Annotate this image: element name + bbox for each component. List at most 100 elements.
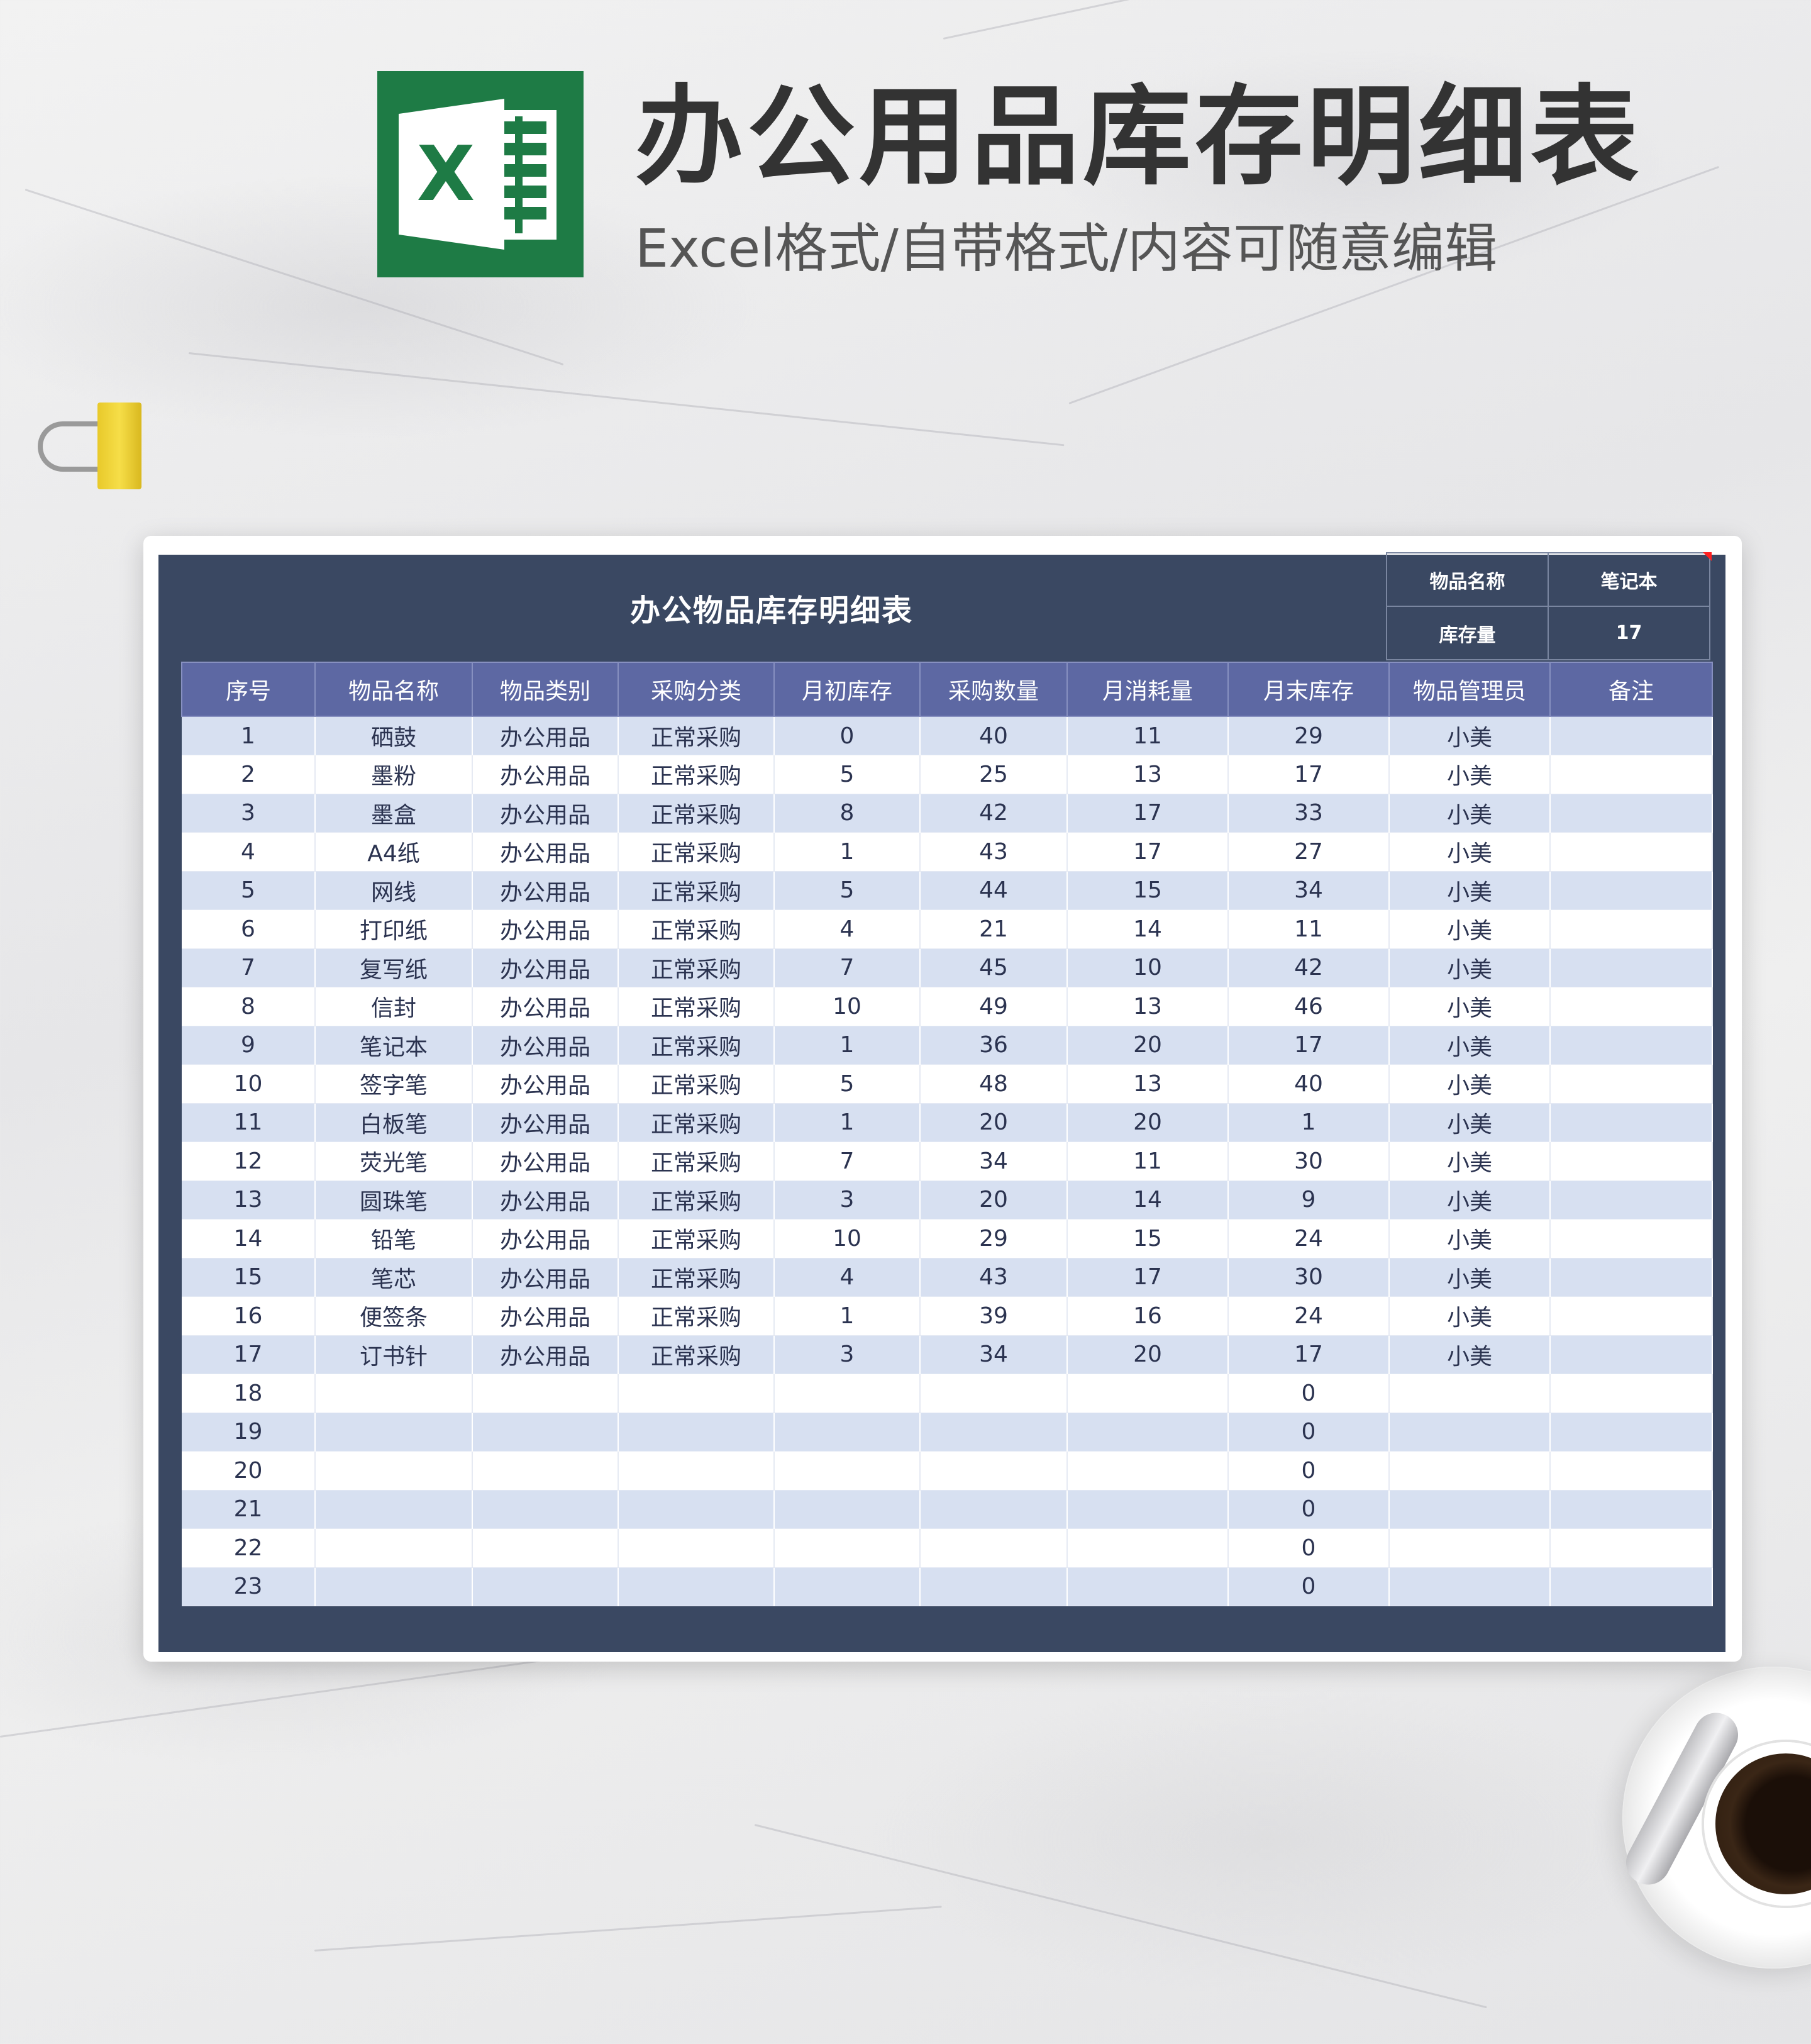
cell-col-purchase-type[interactable]: 正常采购 xyxy=(618,1180,775,1219)
cell-col-item-name[interactable]: 笔芯 xyxy=(315,1258,473,1297)
cell-col-category[interactable]: 办公用品 xyxy=(472,1219,619,1258)
cell-col-opening-stock[interactable]: 7 xyxy=(774,948,921,987)
cell-col-category[interactable]: 办公用品 xyxy=(472,987,619,1026)
cell-col-closing-stock[interactable]: 11 xyxy=(1228,909,1390,949)
header-col-purchase-qty[interactable]: 采购数量 xyxy=(919,662,1068,717)
cell-col-manager[interactable]: 小美 xyxy=(1389,794,1551,833)
cell-col-purchase-type[interactable]: 正常采购 xyxy=(618,1335,775,1374)
cell-col-purchase-qty[interactable] xyxy=(920,1451,1068,1491)
cell-col-manager[interactable]: 小美 xyxy=(1389,1219,1551,1258)
cell-col-purchase-qty[interactable]: 34 xyxy=(920,1141,1068,1181)
cell-col-purchase-qty[interactable]: 21 xyxy=(920,909,1068,949)
cell-col-category[interactable] xyxy=(472,1567,619,1606)
cell-col-item-name[interactable]: 笔记本 xyxy=(315,1026,473,1065)
cell-col-item-name[interactable]: 信封 xyxy=(315,987,473,1026)
cell-col-index[interactable]: 10 xyxy=(182,1064,316,1104)
cell-col-purchase-type[interactable]: 正常采购 xyxy=(618,871,775,910)
cell-col-index[interactable]: 17 xyxy=(182,1335,316,1374)
cell-col-manager[interactable]: 小美 xyxy=(1389,755,1551,794)
cell-col-index[interactable]: 2 xyxy=(182,755,316,794)
cell-col-index[interactable]: 23 xyxy=(182,1567,316,1606)
cell-col-manager[interactable]: 小美 xyxy=(1389,948,1551,987)
header-col-remarks[interactable]: 备注 xyxy=(1549,662,1713,717)
cell-col-closing-stock[interactable]: 30 xyxy=(1228,1141,1390,1181)
cell-col-purchase-qty[interactable]: 20 xyxy=(920,1180,1068,1219)
cell-col-category[interactable]: 办公用品 xyxy=(472,948,619,987)
cell-col-monthly-usage[interactable] xyxy=(1067,1413,1229,1452)
cell-col-purchase-qty[interactable] xyxy=(920,1374,1068,1413)
cell-col-closing-stock[interactable]: 17 xyxy=(1228,1026,1390,1065)
cell-col-opening-stock[interactable]: 8 xyxy=(774,794,921,833)
cell-col-remarks[interactable] xyxy=(1550,1374,1713,1413)
cell-col-manager[interactable]: 小美 xyxy=(1389,832,1551,872)
cell-col-closing-stock[interactable]: 0 xyxy=(1228,1374,1390,1413)
cell-col-manager[interactable]: 小美 xyxy=(1389,1141,1551,1181)
cell-col-closing-stock[interactable]: 30 xyxy=(1228,1258,1390,1297)
cell-col-index[interactable]: 18 xyxy=(182,1374,316,1413)
cell-col-opening-stock[interactable]: 4 xyxy=(774,909,921,949)
cell-col-purchase-type[interactable]: 正常采购 xyxy=(618,909,775,949)
cell-col-item-name[interactable]: 签字笔 xyxy=(315,1064,473,1104)
cell-col-item-name[interactable]: 铅笔 xyxy=(315,1219,473,1258)
cell-col-purchase-qty[interactable]: 40 xyxy=(920,716,1068,755)
cell-col-category[interactable] xyxy=(472,1451,619,1491)
cell-col-index[interactable]: 11 xyxy=(182,1103,316,1142)
cell-col-closing-stock[interactable]: 9 xyxy=(1228,1180,1390,1219)
cell-col-item-name[interactable] xyxy=(315,1567,473,1606)
cell-col-opening-stock[interactable]: 4 xyxy=(774,1258,921,1297)
cell-col-remarks[interactable] xyxy=(1550,909,1713,949)
cell-col-purchase-type[interactable]: 正常采购 xyxy=(618,1103,775,1142)
cell-col-category[interactable]: 办公用品 xyxy=(472,909,619,949)
header-col-index[interactable]: 序号 xyxy=(181,662,316,717)
cell-col-opening-stock[interactable] xyxy=(774,1451,921,1491)
cell-col-purchase-qty[interactable]: 39 xyxy=(920,1296,1068,1336)
cell-col-remarks[interactable] xyxy=(1550,794,1713,833)
cell-col-category[interactable] xyxy=(472,1413,619,1452)
cell-col-purchase-qty[interactable]: 43 xyxy=(920,832,1068,872)
cell-col-item-name[interactable] xyxy=(315,1451,473,1491)
cell-col-remarks[interactable] xyxy=(1550,716,1713,755)
cell-col-opening-stock[interactable]: 1 xyxy=(774,1103,921,1142)
cell-col-manager[interactable]: 小美 xyxy=(1389,1180,1551,1219)
cell-col-monthly-usage[interactable]: 13 xyxy=(1067,1064,1229,1104)
cell-col-remarks[interactable] xyxy=(1550,1103,1713,1142)
cell-col-monthly-usage[interactable]: 13 xyxy=(1067,755,1229,794)
cell-col-category[interactable] xyxy=(472,1490,619,1529)
cell-col-index[interactable]: 16 xyxy=(182,1296,316,1336)
cell-col-category[interactable]: 办公用品 xyxy=(472,1064,619,1104)
cell-col-opening-stock[interactable] xyxy=(774,1490,921,1529)
cell-col-monthly-usage[interactable]: 20 xyxy=(1067,1103,1229,1142)
cell-col-index[interactable]: 15 xyxy=(182,1258,316,1297)
cell-col-monthly-usage[interactable]: 11 xyxy=(1067,716,1229,755)
cell-col-remarks[interactable] xyxy=(1550,1528,1713,1568)
cell-col-monthly-usage[interactable] xyxy=(1067,1528,1229,1568)
cell-col-manager[interactable]: 小美 xyxy=(1389,1064,1551,1104)
cell-col-item-name[interactable]: A4纸 xyxy=(315,832,473,872)
cell-col-monthly-usage[interactable]: 14 xyxy=(1067,1180,1229,1219)
header-col-monthly-usage[interactable]: 月消耗量 xyxy=(1066,662,1229,717)
cell-col-purchase-qty[interactable] xyxy=(920,1490,1068,1529)
cell-col-opening-stock[interactable]: 7 xyxy=(774,1141,921,1181)
cell-col-item-name[interactable]: 网线 xyxy=(315,871,473,910)
cell-col-opening-stock[interactable] xyxy=(774,1374,921,1413)
cell-col-opening-stock[interactable]: 0 xyxy=(774,716,921,755)
cell-col-remarks[interactable] xyxy=(1550,871,1713,910)
cell-col-closing-stock[interactable]: 17 xyxy=(1228,1335,1390,1374)
header-col-closing-stock[interactable]: 月末库存 xyxy=(1227,662,1390,717)
cell-col-closing-stock[interactable]: 0 xyxy=(1228,1567,1390,1606)
cell-col-item-name[interactable] xyxy=(315,1490,473,1529)
cell-col-purchase-type[interactable] xyxy=(618,1413,775,1452)
cell-col-monthly-usage[interactable] xyxy=(1067,1451,1229,1491)
cell-col-opening-stock[interactable] xyxy=(774,1413,921,1452)
cell-col-manager[interactable]: 小美 xyxy=(1389,987,1551,1026)
cell-col-index[interactable]: 1 xyxy=(182,716,316,755)
cell-col-purchase-type[interactable]: 正常采购 xyxy=(618,755,775,794)
cell-col-category[interactable]: 办公用品 xyxy=(472,716,619,755)
cell-col-purchase-type[interactable] xyxy=(618,1567,775,1606)
cell-col-purchase-qty[interactable] xyxy=(920,1413,1068,1452)
cell-col-manager[interactable] xyxy=(1389,1528,1551,1568)
cell-col-item-name[interactable]: 复写纸 xyxy=(315,948,473,987)
cell-col-category[interactable]: 办公用品 xyxy=(472,832,619,872)
cell-col-purchase-qty[interactable] xyxy=(920,1567,1068,1606)
cell-col-purchase-type[interactable]: 正常采购 xyxy=(618,794,775,833)
